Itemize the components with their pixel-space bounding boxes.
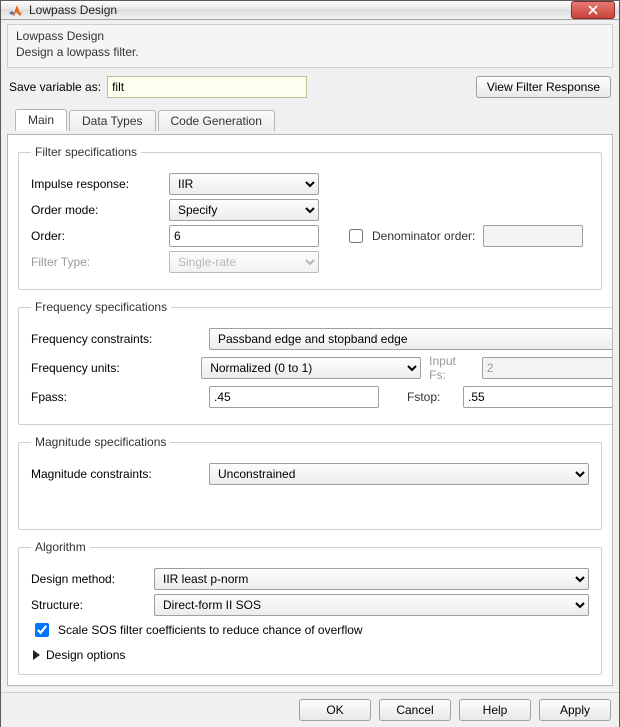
- denominator-order-checkbox[interactable]: [349, 229, 363, 243]
- mag-spec-legend: Magnitude specifications: [31, 435, 170, 449]
- filter-specifications-group: Filter specifications Impulse response: …: [18, 145, 602, 290]
- freq-units-select[interactable]: Normalized (0 to 1): [201, 357, 421, 379]
- triangle-right-icon: [33, 650, 40, 660]
- frequency-specifications-group: Frequency specifications Frequency const…: [18, 300, 613, 425]
- structure-select[interactable]: Direct-form II SOS: [154, 594, 589, 616]
- scale-sos-row[interactable]: Scale SOS filter coefficients to reduce …: [31, 620, 589, 640]
- page-title: Lowpass Design: [16, 29, 604, 43]
- help-button[interactable]: Help: [459, 699, 531, 721]
- tab-main[interactable]: Main: [15, 109, 67, 131]
- magnitude-specifications-group: Magnitude specifications Magnitude const…: [18, 435, 602, 530]
- filter-spec-legend: Filter specifications: [31, 145, 141, 159]
- order-mode-select[interactable]: Specify: [169, 199, 319, 221]
- tab-body: Filter specifications Impulse response: …: [7, 134, 613, 686]
- fpass-label: Fpass:: [31, 390, 201, 404]
- mag-constraints-label: Magnitude constraints:: [31, 467, 201, 481]
- impulse-response-label: Impulse response:: [31, 177, 161, 191]
- filter-type-select: Single-rate: [169, 251, 319, 273]
- close-button[interactable]: [571, 1, 615, 19]
- scale-sos-checkbox[interactable]: [35, 623, 49, 637]
- input-fs-input: [482, 357, 613, 379]
- freq-spec-legend: Frequency specifications: [31, 300, 171, 314]
- input-fs-label: Input Fs:: [429, 354, 474, 382]
- impulse-response-select[interactable]: IIR: [169, 173, 319, 195]
- tabs: Main Data Types Code Generation: [7, 106, 613, 130]
- order-label: Order:: [31, 229, 161, 243]
- filter-type-label: Filter Type:: [31, 255, 161, 269]
- header-block: Lowpass Design Design a lowpass filter.: [7, 24, 613, 68]
- fstop-input[interactable]: [463, 386, 613, 408]
- order-input[interactable]: [169, 225, 319, 247]
- design-method-label: Design method:: [31, 572, 146, 586]
- matlab-icon: [7, 2, 23, 18]
- close-icon: [587, 5, 599, 15]
- denominator-order-input: [483, 225, 583, 247]
- footer-buttons: OK Cancel Help Apply: [1, 692, 619, 727]
- design-options-disclosure[interactable]: Design options: [31, 644, 589, 662]
- mag-constraints-select[interactable]: Unconstrained: [209, 463, 589, 485]
- save-label: Save variable as:: [9, 80, 101, 94]
- cancel-button[interactable]: Cancel: [379, 699, 451, 721]
- denominator-order-check[interactable]: Denominator order:: [345, 226, 475, 246]
- denominator-order-label: Denominator order:: [372, 229, 475, 243]
- algorithm-legend: Algorithm: [31, 540, 90, 554]
- design-options-label: Design options: [46, 648, 125, 662]
- save-variable-input[interactable]: [107, 76, 307, 98]
- freq-constraints-label: Frequency constraints:: [31, 332, 201, 346]
- algorithm-group: Algorithm Design method: IIR least p-nor…: [18, 540, 602, 675]
- fstop-label: Fstop:: [407, 390, 455, 404]
- save-row: Save variable as: View Filter Response: [7, 72, 613, 102]
- fpass-input[interactable]: [209, 386, 379, 408]
- design-method-select[interactable]: IIR least p-norm: [154, 568, 589, 590]
- view-filter-response-button[interactable]: View Filter Response: [476, 76, 611, 98]
- titlebar: Lowpass Design: [1, 1, 619, 20]
- content-area: Lowpass Design Design a lowpass filter. …: [1, 20, 619, 692]
- order-mode-label: Order mode:: [31, 203, 161, 217]
- dialog-window: Lowpass Design Lowpass Design Design a l…: [0, 0, 620, 727]
- scale-sos-label: Scale SOS filter coefficients to reduce …: [58, 623, 363, 637]
- ok-button[interactable]: OK: [299, 699, 371, 721]
- window-title: Lowpass Design: [29, 3, 565, 17]
- apply-button[interactable]: Apply: [539, 699, 611, 721]
- freq-constraints-select[interactable]: Passband edge and stopband edge: [209, 328, 613, 350]
- page-subtitle: Design a lowpass filter.: [16, 45, 604, 59]
- structure-label: Structure:: [31, 598, 146, 612]
- tab-code-generation[interactable]: Code Generation: [158, 110, 275, 131]
- tab-data-types[interactable]: Data Types: [69, 110, 155, 131]
- freq-units-label: Frequency units:: [31, 361, 193, 375]
